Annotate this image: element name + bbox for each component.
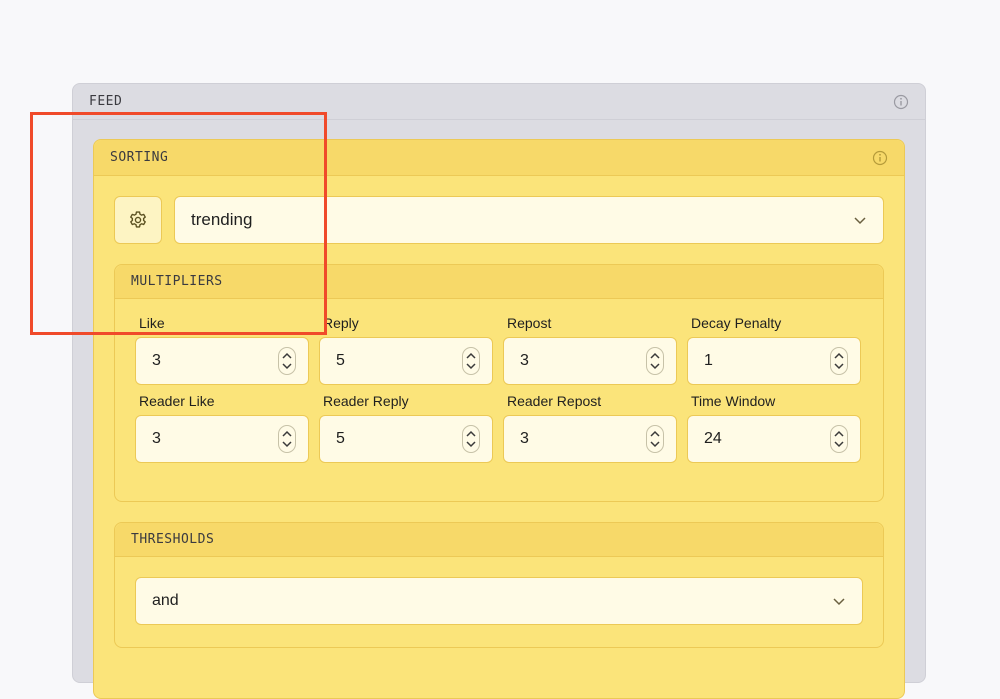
field-value: 5 — [336, 352, 345, 369]
stepper-icon[interactable] — [646, 425, 664, 453]
field-value: 3 — [152, 430, 161, 447]
info-icon[interactable] — [872, 150, 888, 166]
field-reader-like: Reader Like 3 — [135, 391, 309, 463]
chevron-down-icon — [833, 598, 845, 606]
sorting-settings-button[interactable] — [114, 196, 162, 244]
time-window-input[interactable]: 24 — [687, 415, 861, 463]
sorting-panel: SORTING trending MULTIPLIERS Like 3 Repl… — [93, 139, 905, 699]
stepper-icon[interactable] — [462, 347, 480, 375]
field-repost: Repost 3 — [503, 313, 677, 385]
repost-input[interactable]: 3 — [503, 337, 677, 385]
stepper-icon[interactable] — [646, 347, 664, 375]
field-value: 1 — [704, 352, 713, 369]
thresholds-panel: THRESHOLDS and — [114, 522, 884, 648]
field-label: Reply — [323, 315, 359, 331]
stepper-icon[interactable] — [278, 347, 296, 375]
sorting-title: SORTING — [110, 150, 169, 165]
field-label: Decay Penalty — [691, 315, 782, 331]
field-label: Repost — [507, 315, 552, 331]
stepper-icon[interactable] — [830, 425, 848, 453]
reader-reply-input[interactable]: 5 — [319, 415, 493, 463]
field-label: Time Window — [691, 393, 776, 409]
stepper-icon[interactable] — [830, 347, 848, 375]
field-label: Reader Like — [139, 393, 215, 409]
field-label: Reader Reply — [323, 393, 409, 409]
reader-repost-input[interactable]: 3 — [503, 415, 677, 463]
like-input[interactable]: 3 — [135, 337, 309, 385]
feed-header: FEED — [73, 84, 925, 120]
field-value: 3 — [520, 430, 529, 447]
thresholds-selected-value: and — [152, 592, 179, 609]
multipliers-grid: Like 3 Reply 5 Repost 3 Decay Penalty 1 … — [135, 313, 863, 463]
field-like: Like 3 — [135, 313, 309, 385]
field-label: Reader Repost — [507, 393, 602, 409]
thresholds-select[interactable]: and — [135, 577, 863, 625]
multipliers-title: MULTIPLIERS — [131, 274, 223, 289]
info-icon[interactable] — [893, 94, 909, 110]
multipliers-panel: MULTIPLIERS Like 3 Reply 5 Repost 3 Deca… — [114, 264, 884, 502]
stepper-icon[interactable] — [462, 425, 480, 453]
sort-row: trending — [114, 196, 884, 244]
sorting-select[interactable]: trending — [174, 196, 884, 244]
field-decay-penalty: Decay Penalty 1 — [687, 313, 861, 385]
field-time-window: Time Window 24 — [687, 391, 861, 463]
field-label: Like — [139, 315, 165, 331]
multipliers-header: MULTIPLIERS — [115, 265, 883, 299]
field-value: 24 — [704, 430, 722, 447]
feed-title: FEED — [89, 94, 123, 109]
feed-panel: FEED SORTING trending MULTIPLIERS Like 3… — [72, 83, 926, 699]
chevron-down-icon — [854, 217, 866, 225]
field-value: 5 — [336, 430, 345, 447]
reply-input[interactable]: 5 — [319, 337, 493, 385]
field-value: 3 — [152, 352, 161, 369]
reader-like-input[interactable]: 3 — [135, 415, 309, 463]
sorting-selected-value: trending — [191, 210, 253, 229]
stepper-icon[interactable] — [278, 425, 296, 453]
thresholds-header: THRESHOLDS — [115, 523, 883, 557]
field-reply: Reply 5 — [319, 313, 493, 385]
field-reader-repost: Reader Repost 3 — [503, 391, 677, 463]
sorting-header: SORTING — [94, 140, 904, 176]
field-reader-reply: Reader Reply 5 — [319, 391, 493, 463]
thresholds-title: THRESHOLDS — [131, 532, 215, 547]
gear-icon — [130, 211, 146, 228]
decay-penalty-input[interactable]: 1 — [687, 337, 861, 385]
field-value: 3 — [520, 352, 529, 369]
